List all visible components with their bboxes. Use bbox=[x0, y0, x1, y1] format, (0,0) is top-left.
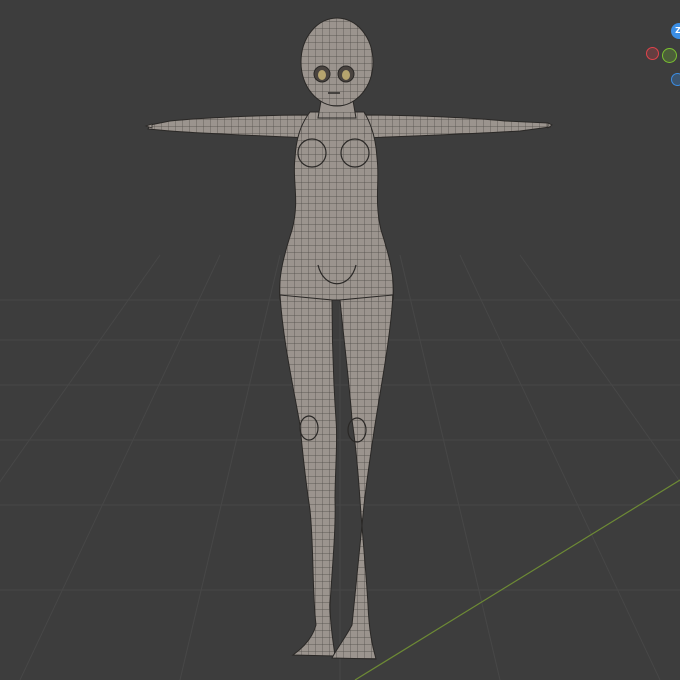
z-axis-label: Z bbox=[675, 26, 680, 35]
character-mesh[interactable] bbox=[0, 0, 680, 680]
3d-viewport[interactable]: Z bbox=[0, 0, 680, 680]
y-axis-icon[interactable] bbox=[662, 48, 677, 63]
negative-z-axis-icon[interactable] bbox=[671, 73, 680, 86]
negative-x-axis-icon[interactable] bbox=[646, 47, 659, 60]
